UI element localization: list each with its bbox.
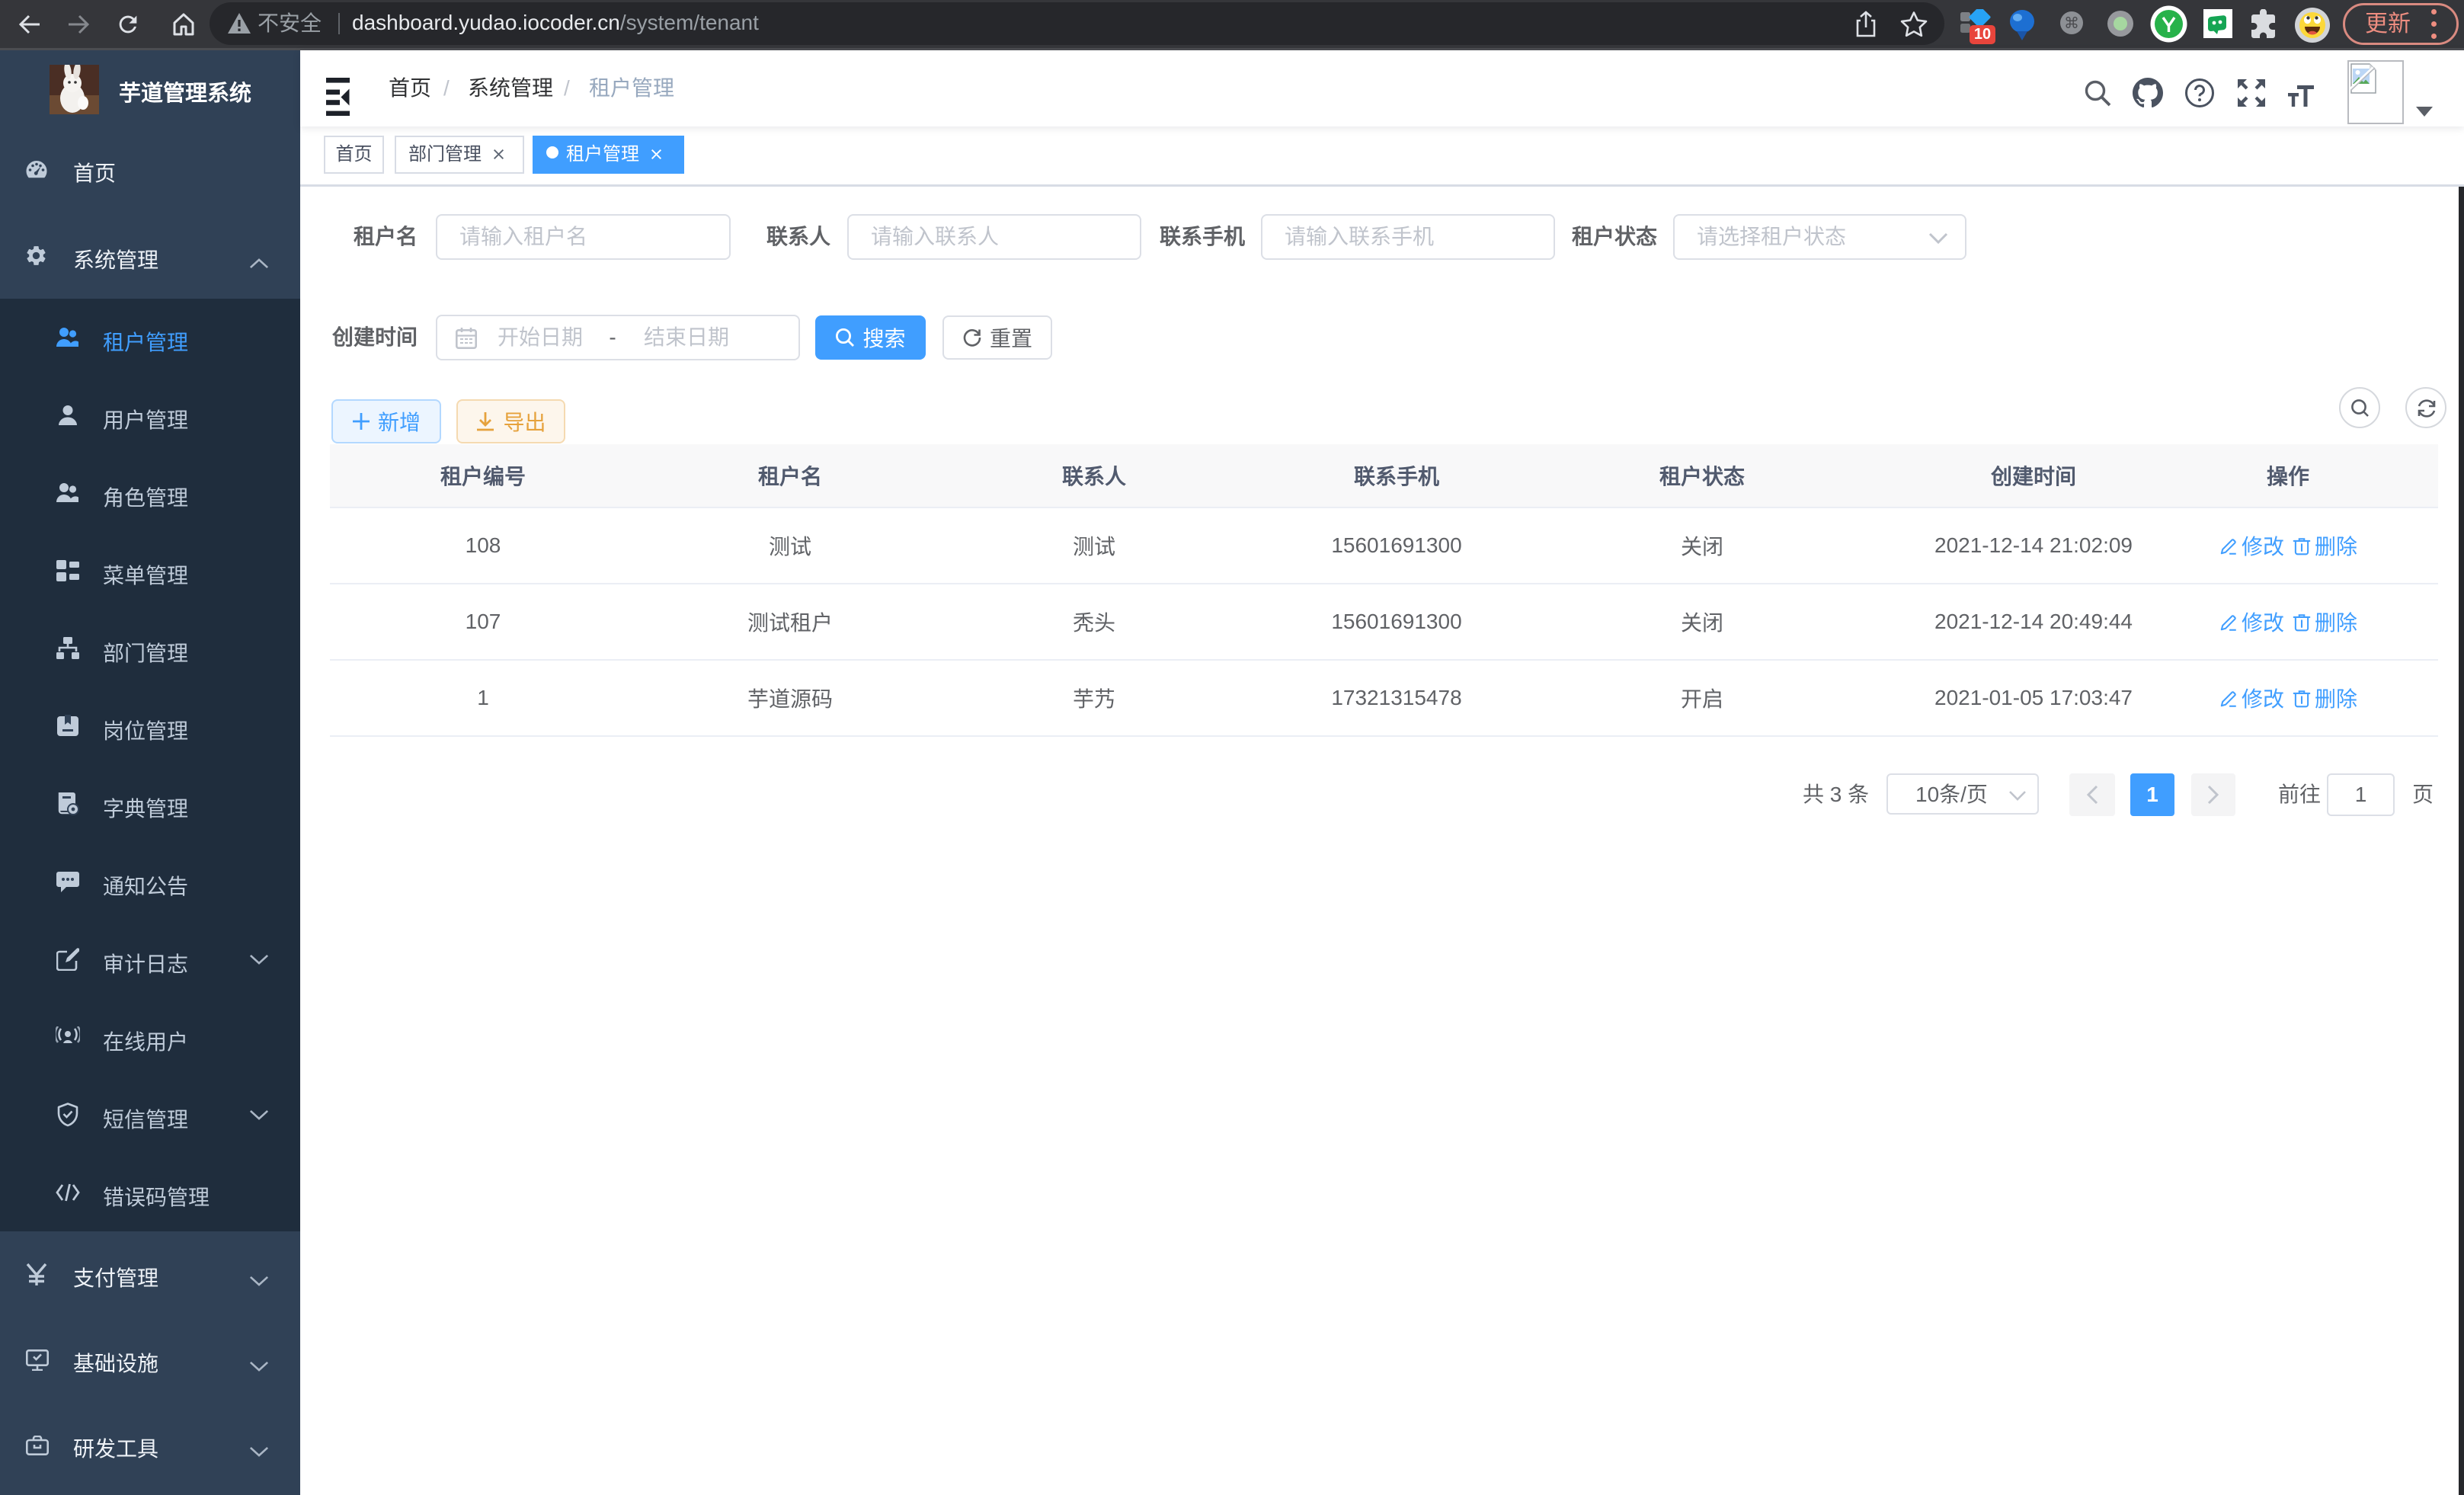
svg-text:⌘: ⌘ bbox=[2064, 15, 2079, 32]
